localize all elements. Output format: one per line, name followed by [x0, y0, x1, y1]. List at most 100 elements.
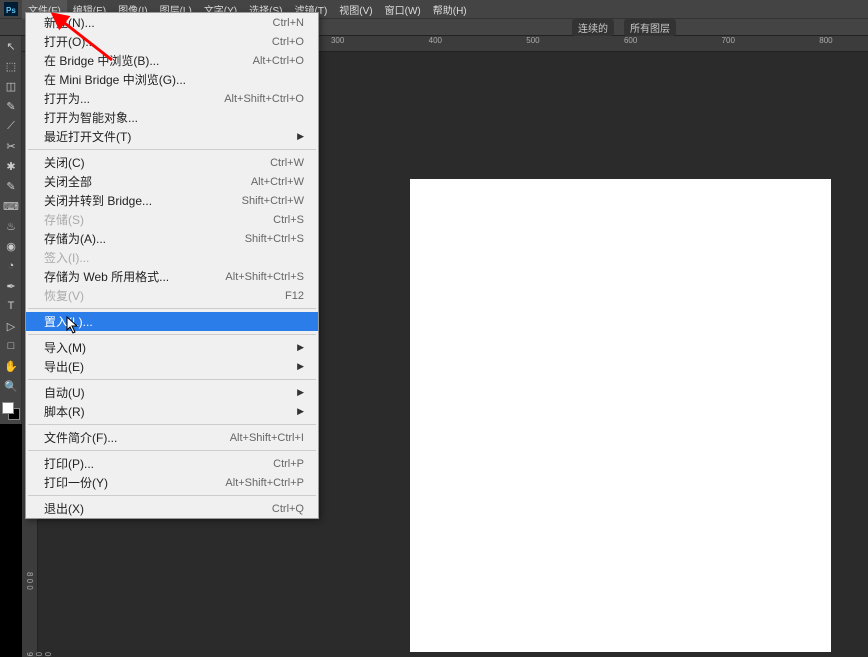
menu-item[interactable]: 在 Mini Bridge 中浏览(G)...: [26, 70, 318, 89]
tool-5[interactable]: ✂: [0, 136, 22, 156]
menu-item[interactable]: 最近打开文件(T) ▶: [26, 127, 318, 146]
menu-item-label: 打开为...: [44, 90, 90, 107]
tool-7[interactable]: ✎: [0, 176, 22, 196]
submenu-arrow-icon: ▶: [297, 406, 304, 417]
tool-14[interactable]: ▷: [0, 316, 22, 336]
menu-item: 签入(I)...: [26, 248, 318, 267]
ruler-h-tick: 300: [331, 36, 380, 51]
menu-item-shortcut: Ctrl+O: [272, 36, 304, 48]
menu-item-shortcut: Ctrl+N: [273, 17, 304, 29]
tool-3[interactable]: ✎: [0, 96, 22, 116]
tool-6[interactable]: ✱: [0, 156, 22, 176]
tool-15[interactable]: □: [0, 336, 22, 356]
color-swatches[interactable]: [0, 400, 21, 424]
submenu-arrow-icon: ▶: [297, 361, 304, 372]
submenu-arrow-icon: ▶: [297, 387, 304, 398]
menu-item[interactable]: 打开(O)... Ctrl+O: [26, 32, 318, 51]
menu-item[interactable]: 导出(E) ▶: [26, 357, 318, 376]
menu-item-shortcut: Ctrl+S: [273, 214, 304, 226]
tool-2[interactable]: ◫: [0, 76, 22, 96]
menu-item-shortcut: Alt+Shift+Ctrl+O: [224, 93, 304, 105]
photoshop-icon: Ps: [4, 2, 18, 16]
menu-item-7[interactable]: 视图(V): [333, 0, 378, 19]
menu-item-label: 关闭并转到 Bridge...: [44, 192, 152, 209]
ruler-h-tick: 500: [526, 36, 575, 51]
menu-item-9[interactable]: 帮助(H): [427, 0, 473, 19]
document-canvas[interactable]: [410, 179, 831, 652]
tool-12[interactable]: ✒: [0, 276, 22, 296]
menu-item-label: 最近打开文件(T): [44, 128, 131, 145]
menu-item[interactable]: 导入(M) ▶: [26, 338, 318, 357]
menu-item-label: 导入(M): [44, 339, 86, 356]
menu-item-label: 打开为智能对象...: [44, 109, 138, 126]
menu-item-label: 在 Mini Bridge 中浏览(G)...: [44, 71, 186, 88]
menu-item-label: 置入(L)...: [44, 313, 93, 330]
ruler-h-tick: [477, 36, 526, 51]
menu-item[interactable]: 新建(N)... Ctrl+N: [26, 13, 318, 32]
ruler-h-tick: 600: [624, 36, 673, 51]
filter-contiguous[interactable]: 连续的: [572, 19, 614, 36]
menu-item[interactable]: 打开为... Alt+Shift+Ctrl+O: [26, 89, 318, 108]
tool-11[interactable]: ◔: [0, 256, 22, 276]
menu-item-shortcut: Shift+Ctrl+W: [242, 195, 304, 207]
menu-item[interactable]: 关闭(C)Ctrl+W: [26, 153, 318, 172]
menu-item[interactable]: 存储为 Web 所用格式...Alt+Shift+Ctrl+S: [26, 267, 318, 286]
ruler-h-tick: [770, 36, 819, 51]
tool-9[interactable]: ♨: [0, 216, 22, 236]
toolbox: ↖⬚◫✎⟋✂✱✎⌨♨◉◔✒T▷□✋🔍: [0, 36, 22, 424]
menu-item-label: 存储为(A)...: [44, 230, 106, 247]
menu-item-label: 脚本(R): [44, 403, 85, 420]
menu-item-label: 导出(E): [44, 358, 84, 375]
menu-item-label: 打开(O)...: [44, 33, 95, 50]
menu-item-label: 新建(N)...: [44, 14, 95, 31]
menu-item[interactable]: 打印(P)... Ctrl+P: [26, 454, 318, 473]
tool-10[interactable]: ◉: [0, 236, 22, 256]
menu-item-shortcut: Shift+Ctrl+S: [245, 233, 304, 245]
tool-1[interactable]: ⬚: [0, 56, 22, 76]
menu-item-shortcut: Alt+Ctrl+O: [253, 55, 304, 67]
menu-item-label: 恢复(V): [44, 287, 84, 304]
menu-item[interactable]: 置入(L)...: [26, 312, 318, 331]
tool-17[interactable]: 🔍: [0, 376, 22, 396]
ruler-h-tick: [380, 36, 429, 51]
menu-item-label: 打印(P)...: [44, 455, 94, 472]
tool-8[interactable]: ⌨: [0, 196, 22, 216]
submenu-arrow-icon: ▶: [297, 131, 304, 142]
menu-item-shortcut: Ctrl+Q: [272, 503, 304, 515]
menu-item-label: 存储(S): [44, 211, 84, 228]
menu-item-8[interactable]: 窗口(W): [379, 0, 427, 19]
menu-item[interactable]: 文件简介(F)... Alt+Shift+Ctrl+I: [26, 428, 318, 447]
ruler-h-tick: [575, 36, 624, 51]
menu-item-shortcut: F12: [285, 290, 304, 302]
tool-4[interactable]: ⟋: [0, 116, 22, 136]
menu-item[interactable]: 打开为智能对象...: [26, 108, 318, 127]
ruler-h-tick: 400: [429, 36, 478, 51]
ruler-v-tick: 8 0 0: [25, 572, 34, 590]
options-bar-right: 连续的 所有图层: [572, 19, 676, 36]
menu-item[interactable]: 存储为(A)... Shift+Ctrl+S: [26, 229, 318, 248]
menu-item-label: 退出(X): [44, 500, 84, 517]
svg-text:Ps: Ps: [6, 6, 16, 15]
menu-item-label: 文件简介(F)...: [44, 429, 117, 446]
menu-item-label: 关闭(C): [44, 154, 85, 171]
menu-item[interactable]: 关闭并转到 Bridge... Shift+Ctrl+W: [26, 191, 318, 210]
tool-16[interactable]: ✋: [0, 356, 22, 376]
menu-item[interactable]: 自动(U)▶: [26, 383, 318, 402]
menu-item[interactable]: 退出(X) Ctrl+Q: [26, 499, 318, 518]
file-menu-dropdown: 新建(N)... Ctrl+N 打开(O)... Ctrl+O 在 Bridge 中浏览…: [25, 12, 319, 519]
foreground-color-swatch[interactable]: [2, 402, 14, 414]
menu-item[interactable]: 在 Bridge 中浏览(B)...Alt+Ctrl+O: [26, 51, 318, 70]
menu-item-shortcut: Alt+Shift+Ctrl+P: [225, 477, 304, 489]
menu-item-shortcut: Ctrl+P: [273, 458, 304, 470]
submenu-arrow-icon: ▶: [297, 342, 304, 353]
menu-item-shortcut: Alt+Shift+Ctrl+I: [230, 432, 304, 444]
menu-item-shortcut: Alt+Shift+Ctrl+S: [225, 271, 304, 283]
menu-item[interactable]: 打印一份(Y)Alt+Shift+Ctrl+P: [26, 473, 318, 492]
tool-0[interactable]: ↖: [0, 36, 22, 56]
menu-item[interactable]: 脚本(R) ▶: [26, 402, 318, 421]
menu-item: 存储(S) Ctrl+S: [26, 210, 318, 229]
menu-item[interactable]: 关闭全部Alt+Ctrl+W: [26, 172, 318, 191]
tool-13[interactable]: T: [0, 296, 22, 316]
menu-item-label: 签入(I)...: [44, 249, 89, 266]
filter-all-layers[interactable]: 所有图层: [624, 19, 676, 36]
